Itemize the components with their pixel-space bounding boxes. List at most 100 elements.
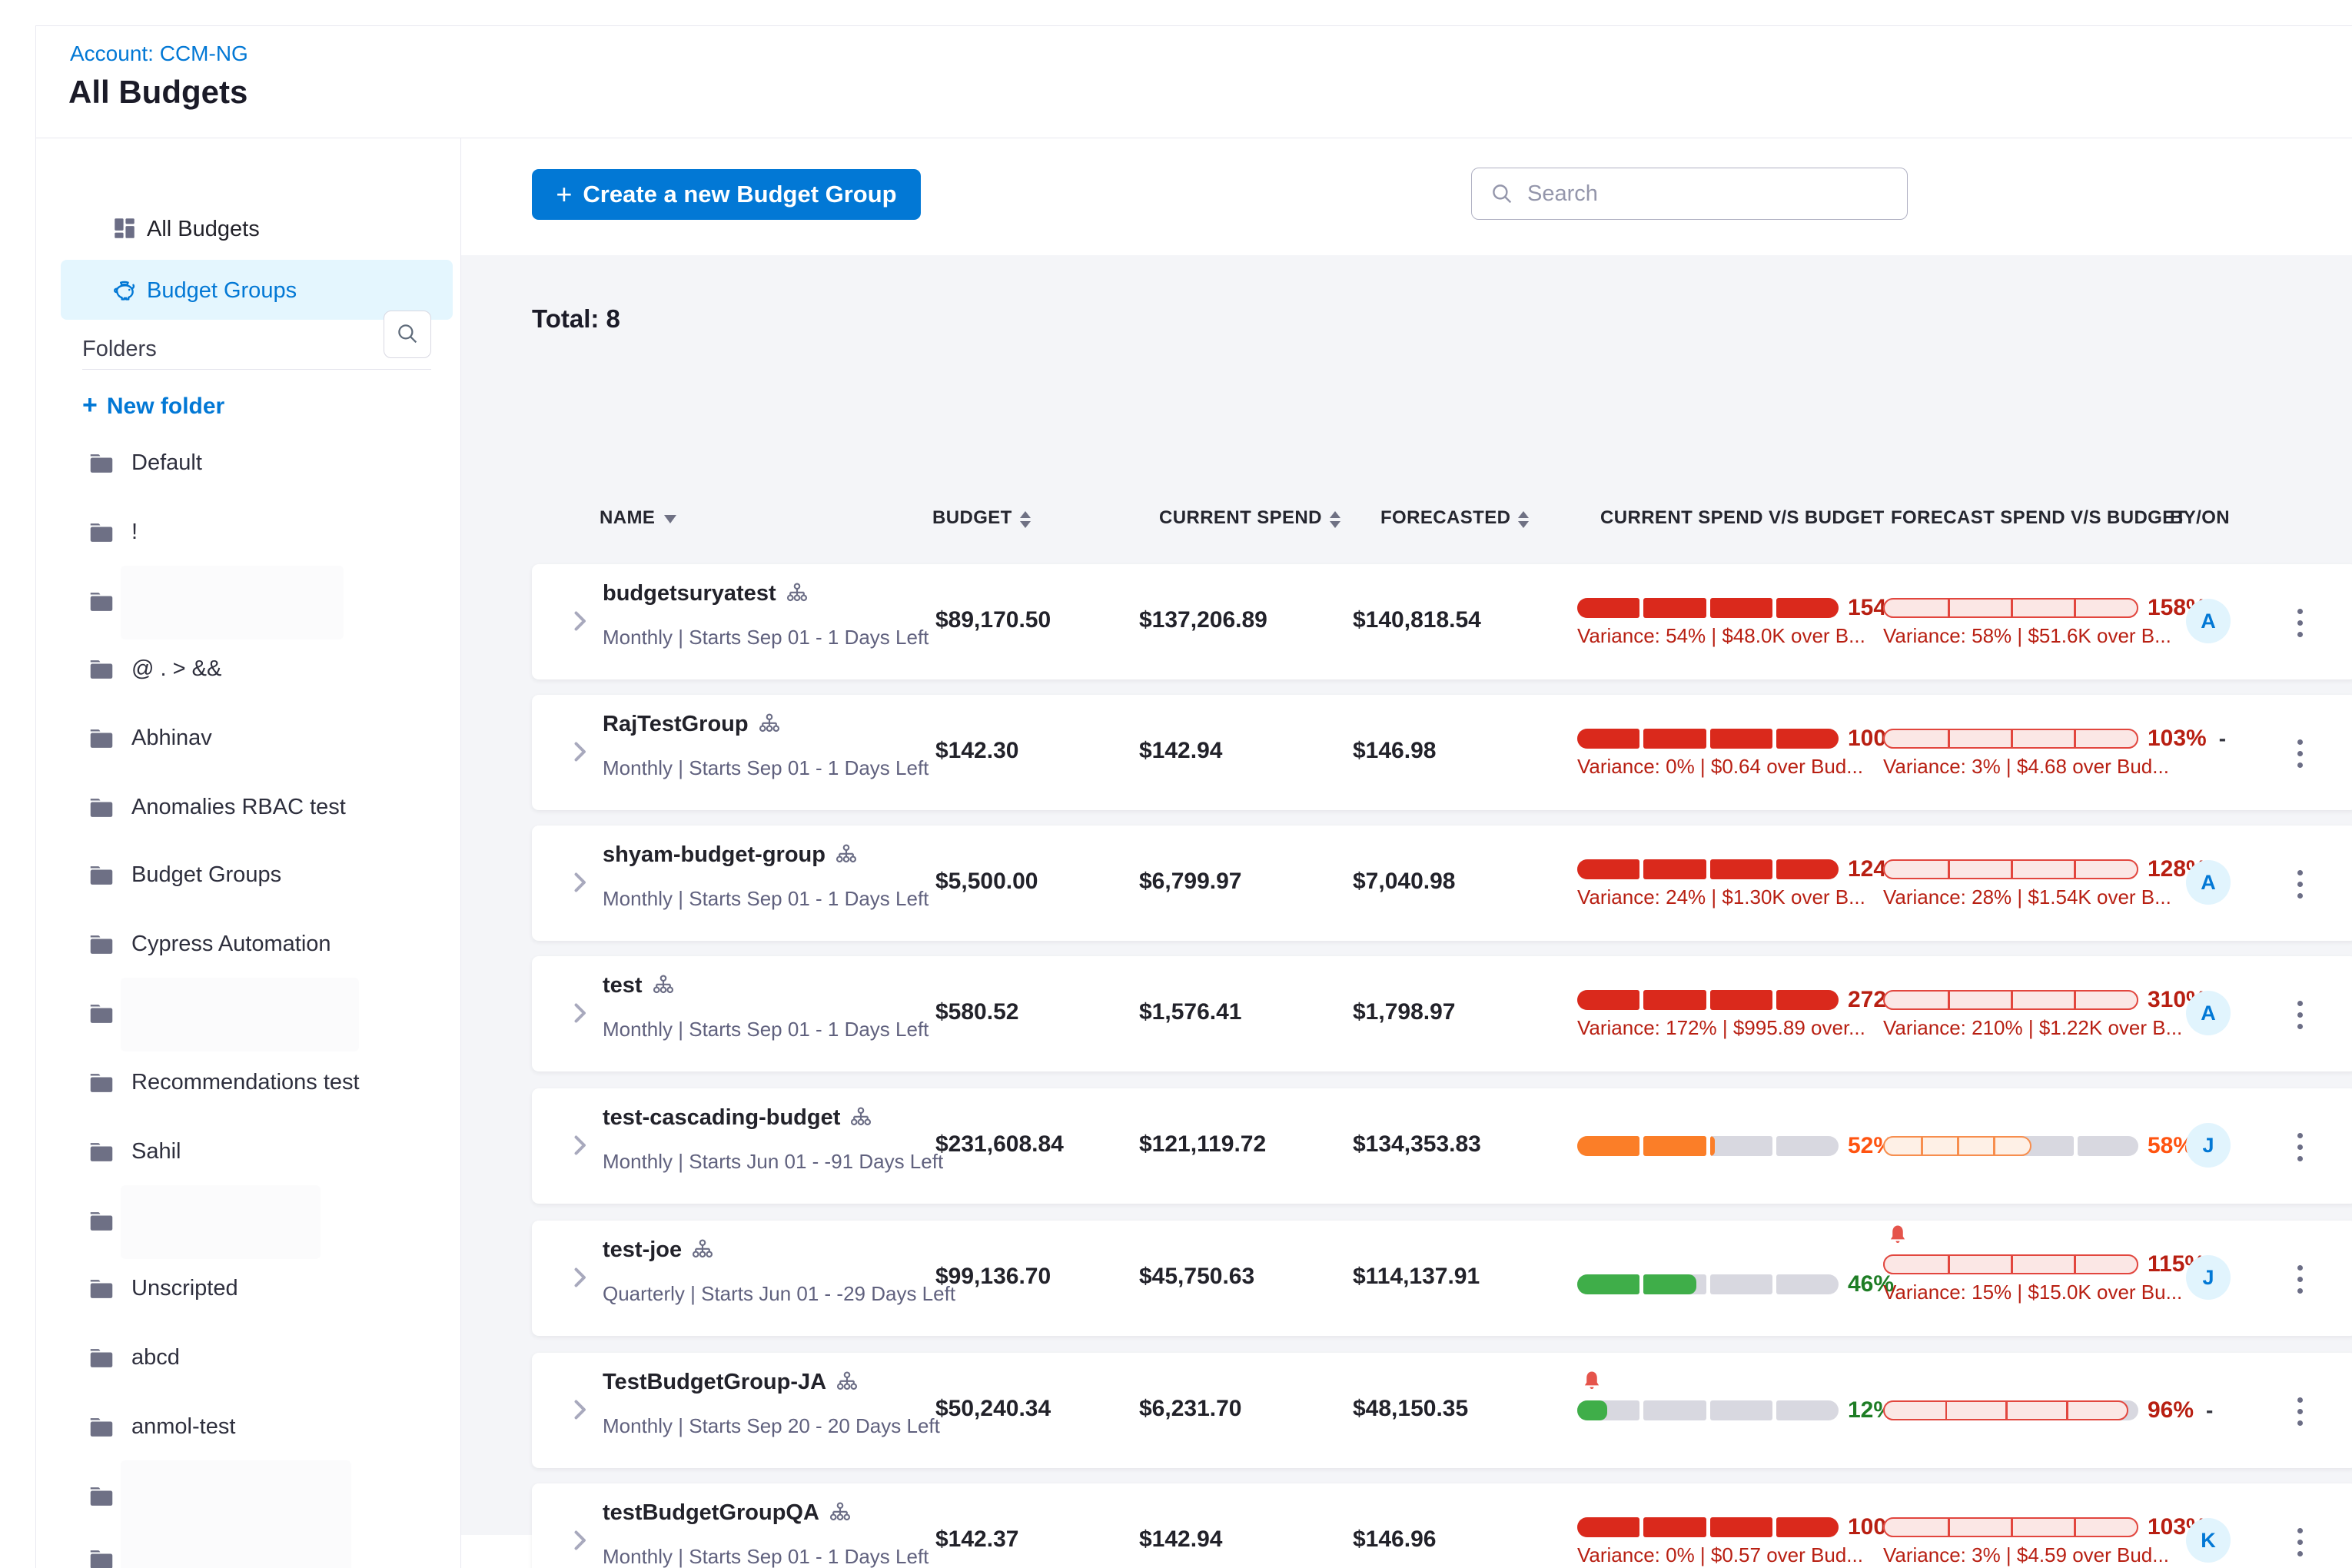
row-menu-button[interactable] <box>2278 1250 2321 1308</box>
folder-search-button[interactable] <box>384 311 431 358</box>
expand-chevron-icon[interactable] <box>566 999 593 1027</box>
sort-icon[interactable] <box>1518 511 1529 528</box>
expand-chevron-icon[interactable] <box>566 869 593 896</box>
folder-item[interactable]: Sahil <box>36 1127 460 1176</box>
total-count: Total: 8 <box>532 304 620 334</box>
row-menu-button[interactable] <box>2278 855 2321 913</box>
forecast-vs-budget-bar: 103%- <box>1883 726 2226 752</box>
current-vs-budget-bar: 272% <box>1577 987 1907 1013</box>
folder-name: @ . > && <box>131 656 221 682</box>
forecasted-amount: $140,818.54 <box>1353 607 1481 633</box>
hierarchy-icon <box>849 1106 872 1133</box>
current-spend-amount: $142.94 <box>1139 1526 1222 1553</box>
folder-icon <box>87 518 116 547</box>
avatar[interactable]: J <box>2186 1123 2231 1168</box>
row-menu-button[interactable] <box>2278 724 2321 782</box>
column-header-name[interactable]: NAME <box>600 507 676 529</box>
avatar[interactable]: A <box>2186 599 2231 643</box>
expand-chevron-icon[interactable] <box>566 1131 593 1159</box>
row-menu-button[interactable] <box>2278 1118 2321 1176</box>
forecasted-amount: $1,798.97 <box>1353 999 1455 1025</box>
budget-schedule: Monthly | Starts Sep 01 - 1 Days Left <box>603 887 929 911</box>
current-variance-text: Variance: 0% | $0.64 over Bud... <box>1577 755 1863 779</box>
folder-item[interactable] <box>36 988 460 1038</box>
search-input[interactable] <box>1526 171 1898 216</box>
budget-group-name[interactable]: shyam-budget-group <box>603 842 826 867</box>
expand-chevron-icon[interactable] <box>566 1526 593 1554</box>
avatar[interactable]: J <box>2186 1255 2231 1300</box>
budget-amount: $89,170.50 <box>935 607 1051 633</box>
avatar[interactable]: A <box>2186 860 2231 905</box>
budget-amount: $231,608.84 <box>935 1131 1064 1158</box>
column-header-forecasted[interactable]: FORECASTED <box>1380 507 1529 529</box>
budget-group-name[interactable]: testBudgetGroupQA <box>603 1500 819 1525</box>
budget-group-name[interactable]: TestBudgetGroup-JA <box>603 1370 826 1394</box>
table-row: test Monthly | Starts Sep 01 - 1 Days Le… <box>532 956 2352 1071</box>
alert-bell-icon <box>1580 1370 1605 1396</box>
sidebar-item-label: Budget Groups <box>147 278 297 304</box>
column-header-budget[interactable]: BUDGET <box>932 507 1031 529</box>
sort-desc-icon[interactable] <box>664 515 676 523</box>
folder-item[interactable]: anmol-test <box>36 1402 460 1451</box>
avatar[interactable]: K <box>2186 1518 2231 1563</box>
current-vs-budget-bar: 46% <box>1577 1271 1894 1297</box>
by-on-empty: - <box>2219 726 2226 751</box>
avatar[interactable]: A <box>2186 991 2231 1035</box>
sort-icon[interactable] <box>1020 511 1031 528</box>
budget-group-name[interactable]: test <box>603 973 643 998</box>
plus-icon: + <box>556 178 572 210</box>
folder-item[interactable]: Budget Groups <box>36 850 460 899</box>
budget-group-name[interactable]: budgetsuryatest <box>603 581 776 606</box>
folder-item[interactable]: Recommendations test <box>36 1058 460 1107</box>
folder-item[interactable] <box>36 576 460 626</box>
folder-item[interactable]: Abhinav <box>36 713 460 762</box>
folder-item[interactable]: Default <box>36 438 460 487</box>
row-menu-button[interactable] <box>2278 593 2321 652</box>
current-spend-amount: $1,576.41 <box>1139 999 1241 1025</box>
search-icon <box>394 337 420 349</box>
account-breadcrumb-link[interactable]: Account: CCM-NG <box>70 42 248 66</box>
folder-icon <box>87 793 116 822</box>
create-budget-group-button[interactable]: +Create a new Budget Group <box>532 169 921 220</box>
budget-group-name[interactable]: test-cascading-budget <box>603 1105 840 1130</box>
expand-chevron-icon[interactable] <box>566 1396 593 1423</box>
folder-item[interactable]: Unscripted <box>36 1264 460 1313</box>
folder-item[interactable]: abcd <box>36 1333 460 1382</box>
row-menu-button[interactable] <box>2278 1513 2321 1568</box>
folder-item[interactable]: ! <box>36 507 460 556</box>
new-folder-button[interactable]: +New folder <box>82 390 224 424</box>
budget-schedule: Monthly | Starts Sep 01 - 1 Days Left <box>603 626 929 649</box>
folder-item[interactable]: Cypress Automation <box>36 919 460 968</box>
forecasted-amount: $7,040.98 <box>1353 869 1455 895</box>
current-spend-amount: $45,750.63 <box>1139 1264 1254 1290</box>
folder-item[interactable] <box>36 1471 460 1520</box>
forecast-vs-budget-bar: 128% <box>1883 856 2207 882</box>
expand-chevron-icon[interactable] <box>566 607 593 635</box>
column-header-current-spend[interactable]: CURRENT SPEND <box>1159 507 1340 529</box>
expand-chevron-icon[interactable] <box>566 738 593 766</box>
budget-group-name[interactable]: test-joe <box>603 1237 682 1262</box>
sidebar-item-all-budgets[interactable]: All Budgets <box>61 198 453 258</box>
folder-item[interactable]: Anomalies RBAC test <box>36 782 460 832</box>
folder-item[interactable]: @ . > && <box>36 644 460 693</box>
column-header-by-on: BY/ON <box>2170 507 2230 529</box>
percent-label: 103% <box>2148 726 2207 752</box>
plus-icon: + <box>82 390 98 420</box>
expand-chevron-icon[interactable] <box>566 1264 593 1291</box>
table-row: TestBudgetGroup-JA Monthly | Starts Sep … <box>532 1353 2352 1468</box>
current-spend-amount: $6,231.70 <box>1139 1396 1241 1422</box>
budget-group-name[interactable]: RajTestGroup <box>603 712 749 736</box>
folder-item[interactable] <box>36 1196 460 1245</box>
folder-item[interactable] <box>36 1534 460 1568</box>
folder-name: Cypress Automation <box>131 932 331 957</box>
folders-divider <box>82 369 431 370</box>
table-row: shyam-budget-group Monthly | Starts Sep … <box>532 826 2352 941</box>
redacted-folder-name <box>121 978 359 1051</box>
budget-schedule: Monthly | Starts Sep 20 - 20 Days Left <box>603 1414 940 1438</box>
row-menu-button[interactable] <box>2278 1382 2321 1440</box>
budget-amount: $99,136.70 <box>935 1264 1051 1290</box>
row-menu-button[interactable] <box>2278 985 2321 1044</box>
forecasted-amount: $48,150.35 <box>1353 1396 1468 1422</box>
folder-icon <box>87 861 116 890</box>
sort-icon[interactable] <box>1330 511 1340 528</box>
